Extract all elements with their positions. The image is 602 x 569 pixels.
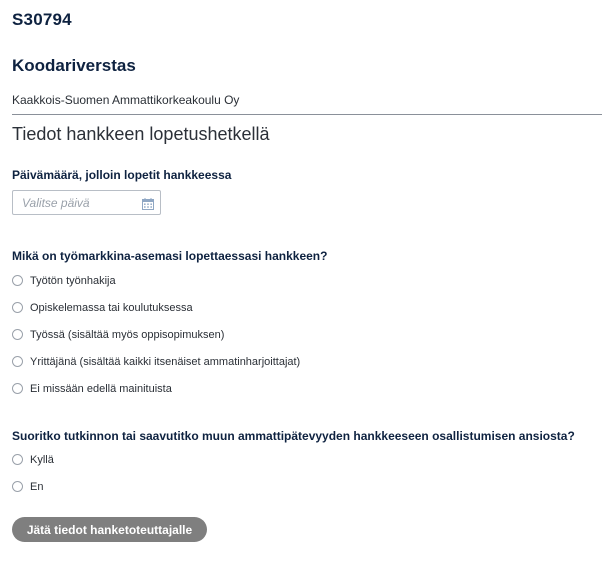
organization-name: Kaakkois-Suomen Ammattikorkeakoulu Oy bbox=[12, 93, 240, 107]
labor-status-question: Mikä on työmarkkina-asemasi lopettaessas… bbox=[12, 249, 328, 263]
end-date-placeholder: Valitse päivä bbox=[22, 195, 90, 210]
radio-button[interactable] bbox=[12, 275, 23, 286]
section-title: Tiedot hankkeen lopetushetkellä bbox=[12, 124, 270, 144]
radio-label: Yrittäjänä (sisältää kaikki itsenäiset a… bbox=[30, 355, 301, 368]
radio-button[interactable] bbox=[12, 481, 23, 492]
radio-button[interactable] bbox=[12, 329, 23, 340]
end-date-label: Päivämäärä, jolloin lopetit hankkeessa bbox=[12, 168, 232, 182]
radio-button[interactable] bbox=[12, 356, 23, 367]
radio-option-studying[interactable]: Opiskelemassa tai koulutuksessa bbox=[12, 294, 300, 321]
header-divider bbox=[12, 114, 602, 115]
radio-label: Opiskelemassa tai koulutuksessa bbox=[30, 301, 193, 314]
radio-label: Kyllä bbox=[30, 453, 54, 466]
radio-option-unemployed[interactable]: Työtön työnhakija bbox=[12, 267, 300, 294]
radio-option-entrepreneur[interactable]: Yrittäjänä (sisältää kaikki itsenäiset a… bbox=[12, 348, 300, 375]
radio-label: Työtön työnhakija bbox=[30, 274, 116, 287]
qualification-question: Suoritko tutkinnon tai saavutitko muun a… bbox=[12, 429, 575, 443]
radio-button[interactable] bbox=[12, 302, 23, 313]
project-name: Koodariverstas bbox=[12, 56, 136, 75]
radio-option-yes[interactable]: Kyllä bbox=[12, 446, 54, 473]
radio-option-none[interactable]: Ei missään edellä mainituista bbox=[12, 375, 300, 402]
radio-label: Ei missään edellä mainituista bbox=[30, 382, 172, 395]
radio-option-employed[interactable]: Työssä (sisältää myös oppisopimuksen) bbox=[12, 321, 300, 348]
qualification-radio-group: Kyllä En bbox=[12, 446, 54, 500]
project-id: S30794 bbox=[12, 10, 72, 29]
end-date-input[interactable]: Valitse päivä bbox=[12, 190, 161, 215]
radio-option-no[interactable]: En bbox=[12, 473, 54, 500]
radio-button[interactable] bbox=[12, 454, 23, 465]
radio-label: Työssä (sisältää myös oppisopimuksen) bbox=[30, 328, 225, 341]
radio-button[interactable] bbox=[12, 383, 23, 394]
labor-status-radio-group: Työtön työnhakija Opiskelemassa tai koul… bbox=[12, 267, 300, 402]
submit-button[interactable]: Jätä tiedot hanketoteuttajalle bbox=[12, 517, 207, 542]
calendar-icon[interactable] bbox=[142, 197, 154, 210]
radio-label: En bbox=[30, 480, 44, 493]
